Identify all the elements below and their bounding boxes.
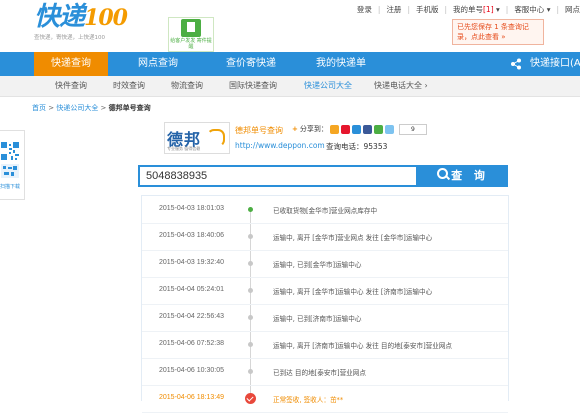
sub-nav: 快件查询 时效查询 物流查询 国际快递查询 快递公司大全 快递电话大全 ›	[0, 76, 580, 97]
signed-check-icon	[245, 393, 256, 404]
logo-brand: 快递100	[34, 4, 129, 31]
subnav-item-company-list[interactable]: 快递公司大全	[304, 76, 352, 96]
company-url[interactable]: http://www.deppon.com	[235, 141, 325, 150]
timeline-dot	[248, 342, 253, 347]
breadcrumb-current: 德邦单号查询	[108, 104, 151, 112]
renren-icon[interactable]	[362, 124, 372, 134]
share-count: 9	[398, 123, 427, 135]
tracking-row: 2015-04-06 07:52:38 运输中, 离开 [济南市]运输中心 发往…	[142, 331, 508, 359]
promo-badge[interactable]: 给客户发发 寄件提醒	[168, 17, 214, 52]
share-label: 分享到：	[299, 125, 328, 133]
qzone-icon[interactable]	[329, 124, 339, 134]
tracking-row: 2015-04-03 19:32:40 运输中, 已到[金华市]运输中心	[142, 250, 508, 278]
my-waybill-link[interactable]: 我的单号[1] ▾	[453, 4, 500, 15]
qr-sidebar[interactable]: 扫描下载	[0, 130, 25, 200]
tracking-row: 2015-04-03 18:40:06 运输中, 离开 [金华市]营业网点 发往…	[142, 223, 508, 251]
nav-item-express-query[interactable]: 快递查询	[34, 52, 108, 76]
service-center-label: 客服中心	[514, 4, 545, 14]
timeline-dot	[248, 315, 253, 320]
tracking-text: 运输中, 已到[金华市]运输中心	[273, 261, 362, 269]
message-icon	[181, 19, 201, 37]
my-waybill-label: 我的单号	[453, 4, 483, 14]
tracking-time: 2015-04-06 07:52:38	[159, 340, 224, 347]
login-link[interactable]: 登录	[357, 4, 372, 15]
tracking-row: 2015-04-04 05:24:01 运输中, 离开 [金华市]运输中心 发往…	[142, 277, 508, 305]
tracking-row: 2015-04-06 18:13:49 正常签收, 签收人：茁**	[142, 385, 508, 413]
tracking-text: 运输中, 已到[济南市]运输中心	[273, 315, 362, 323]
tracking-time: 2015-04-06 10:30:05	[159, 367, 224, 374]
divider: |	[556, 4, 559, 14]
subnav-item-time-query[interactable]: 时效查询	[113, 76, 145, 96]
wechat-icon[interactable]	[373, 124, 383, 134]
divider: |	[407, 4, 410, 14]
tracking-text: 已收取货物[金华市]营业网点库存中	[273, 207, 378, 215]
tracking-time: 2015-04-03 18:01:03	[159, 205, 224, 212]
top-links: 登录 | 注册 | 手机版 | 我的单号[1] ▾ | 客服中心 ▾ | 网点	[357, 2, 580, 16]
weibo-icon[interactable]	[340, 124, 350, 134]
tracking-text: 已到达 目的地[泰安市]营业网点	[273, 369, 366, 377]
timeline-dot	[248, 369, 253, 374]
subnav-item-phone-list[interactable]: 快递电话大全 ›	[374, 76, 428, 96]
nav-item-api[interactable]: 快递接口(A	[530, 52, 580, 76]
chevron-right-icon: ›	[424, 81, 428, 90]
qr-caption: 扫描下载	[0, 184, 21, 190]
my-waybill-count: [1]	[483, 4, 494, 14]
logo-brand-suffix: 100	[84, 5, 128, 31]
timeline-dot	[248, 207, 253, 212]
share-bar: + 分享到： 9	[292, 123, 427, 135]
divider: |	[377, 4, 381, 14]
logo-slogan: 查快递，寄快递，上快递100	[34, 35, 105, 41]
divider: |	[505, 4, 509, 14]
register-link[interactable]: 注册	[386, 4, 401, 15]
qr-code-icon	[0, 141, 20, 178]
share-plus-icon: +	[292, 125, 298, 133]
company-title: 德邦单号查询	[235, 126, 283, 135]
company-logo-sub: 专业服务 值得信赖	[167, 146, 201, 151]
company-logo[interactable]: 德邦 专业服务 值得信赖	[164, 122, 230, 154]
service-center-link[interactable]: 客服中心 ▾	[514, 4, 550, 15]
nav-item-price-send[interactable]: 查价寄快递	[212, 52, 290, 76]
subnav-item-logistics-query[interactable]: 物流查询	[171, 76, 203, 96]
main-nav: 快递查询 网点查询 查价寄快递 我的快递单 快递接口(A	[0, 52, 580, 76]
subnav-item-phone-list-label: 快递电话大全	[374, 81, 422, 90]
history-notice[interactable]: 已先您保存 1 条查询记录，点此查看 »	[452, 19, 544, 45]
nav-item-my-express[interactable]: 我的快递单	[306, 52, 376, 76]
company-wing-icon	[207, 129, 225, 147]
share-icon[interactable]	[510, 58, 522, 70]
tracking-text: 运输中, 离开 [济南市]运输中心 发往 目的地[泰安市]营业网点	[273, 342, 453, 350]
mobile-link[interactable]: 手机版	[416, 4, 439, 15]
tracking-row: 2015-04-03 18:01:03 已收取货物[金华市]营业网点库存中	[142, 196, 508, 224]
breadcrumb: 首页 > 快递公司大全 > 德邦单号查询	[32, 104, 151, 112]
tracking-text: 正常签收, 签收人：茁**	[273, 396, 344, 404]
subnav-item-parcel-query[interactable]: 快件查询	[55, 76, 87, 96]
search-icon	[437, 168, 449, 179]
tracking-text: 运输中, 离开 [金华市]运输中心 发往 [济南市]运输中心	[273, 288, 433, 296]
promo-text: 给客户发发 寄件提醒	[170, 38, 212, 50]
tracking-row: 2015-04-04 22:56:43 运输中, 已到[济南市]运输中心	[142, 304, 508, 332]
more-share-icon[interactable]	[384, 124, 394, 134]
site-logo[interactable]: 快递100 查快递，寄快递，上快递100	[34, 4, 129, 44]
tracking-time: 2015-04-04 05:24:01	[159, 286, 224, 293]
tracking-row: 2015-04-06 10:30:05 已到达 目的地[泰安市]营业网点	[142, 358, 508, 386]
timeline-dot	[248, 261, 253, 266]
tracking-timeline: 2015-04-03 18:01:03 已收取货物[金华市]营业网点库存中 20…	[141, 195, 509, 413]
subnav-item-intl-query[interactable]: 国际快递查询	[229, 76, 277, 96]
tracking-text: 运输中, 离开 [金华市]营业网点 发往 [金华市]运输中心	[273, 234, 433, 242]
breadcrumb-company-list[interactable]: 快递公司大全	[56, 104, 98, 112]
tracking-time: 2015-04-03 19:32:40	[159, 259, 224, 266]
logo-brand-text: 快递	[34, 2, 85, 32]
divider: |	[444, 4, 447, 14]
search-button[interactable]: 查 询	[418, 165, 508, 187]
timeline-dot	[248, 234, 253, 239]
company-tel: 查询电话：95353	[326, 142, 388, 151]
search-button-label: 查 询	[451, 169, 489, 182]
timeline-dot	[248, 288, 253, 293]
tracking-time: 2015-04-03 18:40:06	[159, 232, 224, 239]
tencent-weibo-icon[interactable]	[351, 124, 361, 134]
tracking-number-input[interactable]: 5048838935	[138, 165, 418, 187]
breadcrumb-home[interactable]: 首页	[32, 104, 46, 112]
more-link[interactable]: 网点	[565, 4, 580, 15]
tracking-time: 2015-04-04 22:56:43	[159, 313, 224, 320]
nav-item-outlet-query[interactable]: 网点查询	[126, 52, 190, 76]
